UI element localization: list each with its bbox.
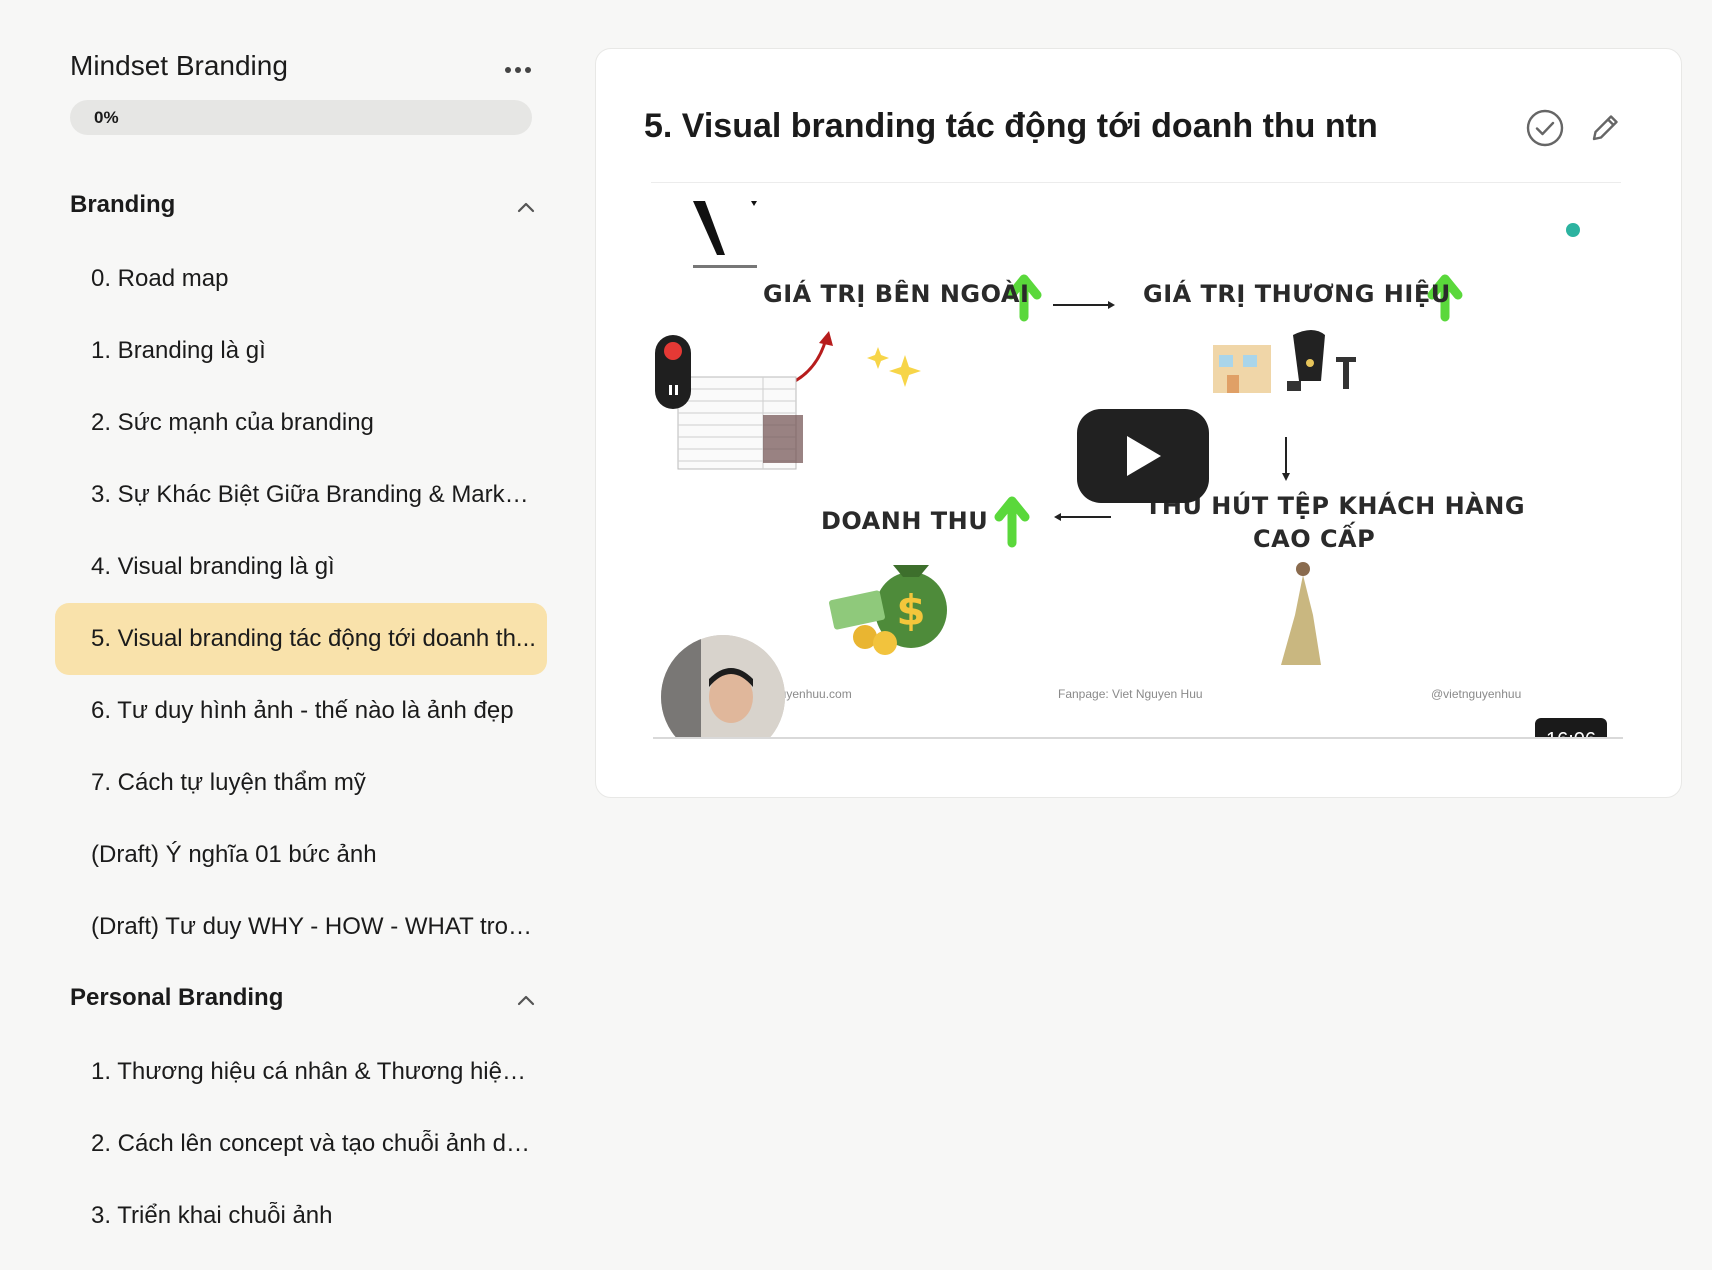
section-title: Personal Branding xyxy=(70,984,284,1011)
lesson-item[interactable]: 7. Cách tự luyện thẩm mỹ xyxy=(55,747,547,819)
record-icon xyxy=(664,342,682,395)
section-header-personal-branding[interactable]: Personal Branding xyxy=(70,980,540,1020)
lesson-label: 6. Tư duy hình ảnh - thế nào là ảnh đẹp xyxy=(91,697,514,724)
more-options-button[interactable] xyxy=(500,52,536,88)
lesson-label: 5. Visual branding tác động tới doanh th… xyxy=(91,625,536,652)
lesson-item[interactable]: 1. Branding là gì xyxy=(55,315,547,387)
more-horizontal-icon xyxy=(505,67,531,73)
course-progress-bar: 0% xyxy=(70,100,532,135)
thumbnail-footer-text: @vietnguyenhuu xyxy=(1431,687,1522,701)
thumbnail-text: GIÁ TRỊ BÊN NGOÀI xyxy=(763,280,1030,308)
lesson-label: 1. Thương hiệu cá nhân & Thương hiệu k..… xyxy=(91,1058,536,1085)
lesson-label: (Draft) Ý nghĩa 01 bức ảnh xyxy=(91,841,377,868)
thumbnail-footer-text: Fanpage: Viet Nguyen Huu xyxy=(1058,687,1203,701)
lesson-item[interactable]: (Draft) Ý nghĩa 01 bức ảnh xyxy=(55,819,547,891)
mark-complete-button[interactable] xyxy=(1524,107,1566,149)
lesson-label: 4. Visual branding là gì xyxy=(91,553,335,580)
chevron-up-icon xyxy=(517,202,535,213)
video-player[interactable]: $ GIÁ TRỊ BÊN NGOÀI GIÁ TRỊ THƯƠNG HIỆU … xyxy=(653,185,1623,739)
lesson-label: (Draft) Tư duy WHY - HOW - WHAT trong... xyxy=(91,913,536,940)
lesson-label: 2. Sức mạnh của branding xyxy=(91,409,374,436)
lesson-item[interactable]: 2. Sức mạnh của branding xyxy=(55,387,547,459)
section-header-branding[interactable]: Branding xyxy=(70,187,540,227)
lesson-item[interactable]: 3. Sự Khác Biệt Giữa Branding & Marketi.… xyxy=(55,459,547,531)
thumbnail-text: CAO CẤP xyxy=(1253,525,1376,553)
lesson-item[interactable]: 4. Visual branding là gì xyxy=(55,531,547,603)
lesson-item[interactable]: 0. Road map xyxy=(55,243,547,315)
lesson-item-active[interactable]: 5. Visual branding tác động tới doanh th… xyxy=(55,603,547,675)
edit-lesson-button[interactable] xyxy=(1584,107,1626,149)
pencil-icon xyxy=(1592,115,1618,141)
thumbnail-text: GIÁ TRỊ THƯƠNG HIỆU xyxy=(1143,280,1451,308)
check-circle-icon xyxy=(1526,109,1564,147)
lesson-title: 5. Visual branding tác động tới doanh th… xyxy=(644,107,1378,145)
section-title: Branding xyxy=(70,191,176,218)
thumbnail-text: DOANH THU xyxy=(821,507,989,535)
video-duration-badge: 16:06 xyxy=(1535,718,1607,737)
svg-text:$: $ xyxy=(896,586,925,635)
lesson-label: 2. Cách lên concept và tạo chuỗi ảnh da.… xyxy=(91,1130,536,1157)
recording-indicator xyxy=(655,335,691,409)
lesson-label: 1. Branding là gì xyxy=(91,337,266,364)
lesson-label: 3. Triển khai chuỗi ảnh xyxy=(91,1202,333,1229)
lesson-item[interactable]: 2. Cách lên concept và tạo chuỗi ảnh da.… xyxy=(55,1108,547,1180)
lesson-item[interactable]: 1. Thương hiệu cá nhân & Thương hiệu k..… xyxy=(55,1036,547,1108)
thumbnail-text: THU HÚT TỆP KHÁCH HÀNG xyxy=(1145,492,1526,520)
play-icon xyxy=(1127,436,1161,476)
play-button[interactable] xyxy=(1077,409,1209,503)
lesson-label: 7. Cách tự luyện thẩm mỹ xyxy=(91,769,366,796)
lesson-item[interactable]: 6. Tư duy hình ảnh - thế nào là ảnh đẹp xyxy=(55,675,547,747)
progress-label: 0% xyxy=(94,108,119,127)
title-divider xyxy=(651,182,1621,183)
lesson-item[interactable]: (Draft) Tư duy WHY - HOW - WHAT trong... xyxy=(55,891,547,963)
course-sidebar: Mindset Branding 0% Branding 0. Road map… xyxy=(0,0,560,1270)
lesson-item[interactable]: 3. Triển khai chuỗi ảnh xyxy=(55,1180,547,1252)
course-title: Mindset Branding xyxy=(70,50,288,81)
lesson-label: 0. Road map xyxy=(91,265,229,292)
lesson-label: 3. Sự Khác Biệt Giữa Branding & Marketi.… xyxy=(91,481,536,508)
chevron-up-icon xyxy=(517,995,535,1006)
lesson-content-card: 5. Visual branding tác động tới doanh th… xyxy=(595,48,1682,798)
